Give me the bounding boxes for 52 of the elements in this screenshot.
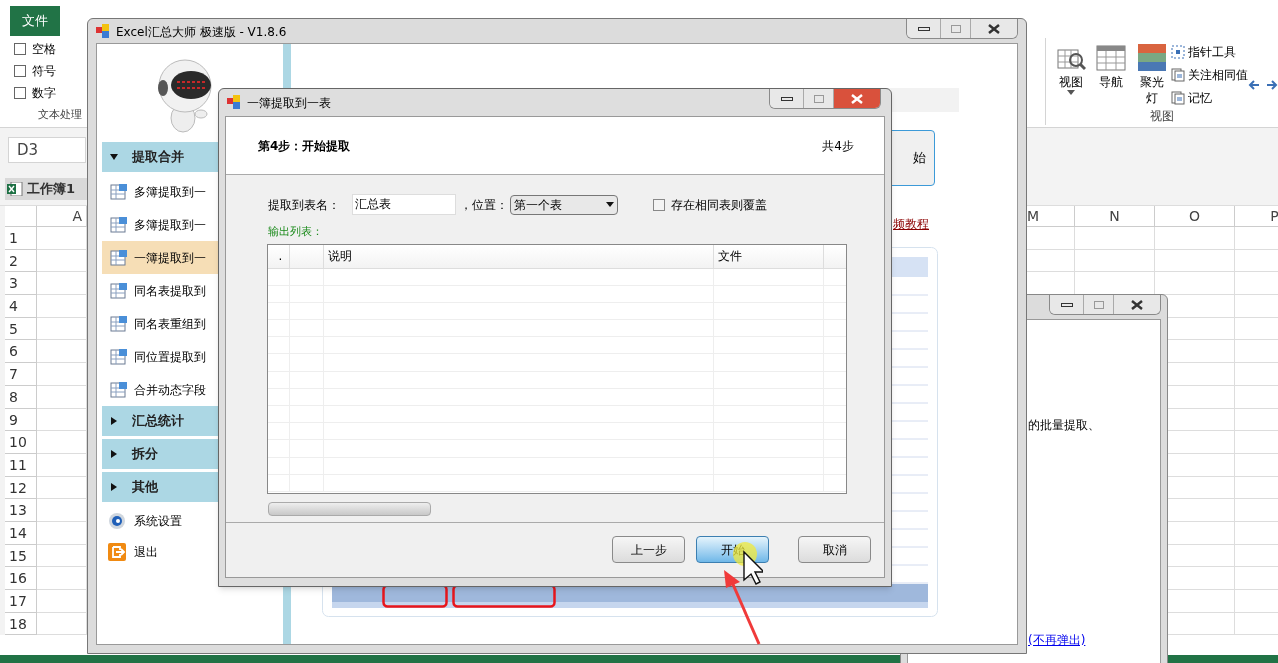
dialog-title: 一簿提取到一表	[247, 95, 331, 112]
row-header[interactable]: 1	[5, 227, 37, 250]
position-select[interactable]: 第一个表	[510, 194, 618, 215]
dialog-button[interactable]: 取消	[798, 536, 871, 564]
column-header[interactable]: P	[1235, 206, 1278, 227]
group-label: 视图	[1150, 108, 1174, 125]
column-header[interactable]: 说明	[324, 244, 714, 268]
row-header[interactable]: 13	[5, 499, 37, 522]
column-header[interactable]: N	[1075, 206, 1155, 227]
row-header[interactable]: 15	[5, 544, 37, 568]
field-label: 提取到表名：	[268, 196, 340, 214]
field-label: ，位置：	[460, 196, 508, 214]
column-header[interactable]: .	[268, 244, 290, 268]
group-label: 文本处理	[38, 108, 82, 122]
row-header[interactable]: 2	[5, 249, 37, 273]
output-label: 输出列表：	[268, 224, 324, 240]
row-header[interactable]: 5	[5, 317, 37, 341]
row-header[interactable]: 18	[5, 612, 37, 636]
window-title: Excel汇总大师 极速版 - V1.8.6	[116, 24, 287, 41]
ribbon-button[interactable]: 视图	[1054, 42, 1089, 107]
column-header[interactable]: O	[1155, 206, 1235, 227]
dialog-button[interactable]: 上一步	[612, 536, 685, 564]
dismiss-link[interactable]: (不再弹出)	[1028, 631, 1160, 649]
row-header[interactable]: 16	[5, 567, 37, 590]
ribbon-button[interactable]: 关注相同值	[1171, 65, 1248, 84]
checkbox-label: 存在相同表则覆盖	[671, 196, 767, 214]
row-header[interactable]: 11	[5, 453, 37, 477]
row-header[interactable]: 6	[5, 340, 37, 364]
ribbon-button[interactable]: 导航	[1094, 42, 1129, 107]
sheet-name-field[interactable]: 汇总表	[352, 194, 456, 215]
checkbox-label: 符号	[32, 63, 56, 80]
row-header[interactable]: 8	[5, 385, 37, 409]
checkbox-label: 空格	[32, 41, 56, 58]
column-header[interactable]: 文件	[714, 244, 824, 268]
tutorial-link[interactable]: 频教程	[893, 214, 929, 233]
ribbon-button[interactable]: 记忆	[1171, 88, 1248, 107]
notice-text: 的批量提取、	[1028, 417, 1101, 434]
row-header[interactable]: 3	[5, 272, 37, 296]
row-header[interactable]: 14	[5, 521, 37, 545]
ribbon-button[interactable]: 指针工具	[1171, 42, 1248, 61]
row-header[interactable]: 10	[5, 431, 37, 454]
row-header[interactable]: 17	[5, 590, 37, 613]
row-header[interactable]: 4	[5, 295, 37, 318]
step-count: 共4步	[822, 137, 854, 155]
file-tab[interactable]: 文件	[10, 6, 60, 36]
row-header[interactable]: 12	[5, 476, 37, 500]
checkbox-label: 数字	[32, 85, 56, 102]
workbook-tab[interactable]: 工作簿1	[5, 177, 87, 200]
row-header[interactable]: 9	[5, 408, 37, 432]
row-header[interactable]: 7	[5, 363, 37, 386]
ribbon-button[interactable]: 聚光灯	[1134, 42, 1169, 107]
name-box[interactable]: D3	[8, 137, 86, 163]
